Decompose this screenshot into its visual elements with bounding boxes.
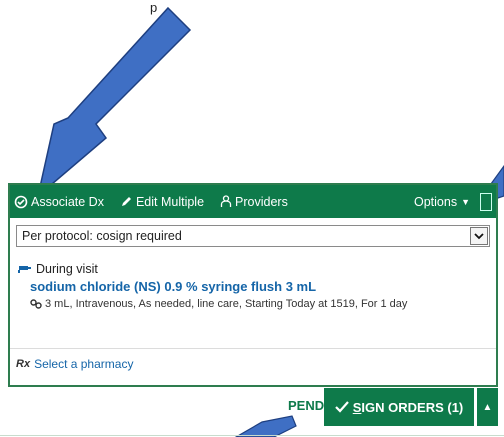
options-menu-button[interactable]: Options ▼ xyxy=(414,195,470,209)
pend-button[interactable]: PEND xyxy=(288,398,324,413)
pencil-icon xyxy=(121,197,131,206)
order-timing-label: During visit xyxy=(36,262,98,276)
order-details-text: 3 mL, Intravenous, As needed, line care,… xyxy=(45,298,408,310)
sign-orders-button[interactable]: S IGN ORDERS (1) xyxy=(324,388,474,426)
medication-name[interactable]: sodium chloride (NS) 0.9 % syringe flush… xyxy=(30,279,488,294)
sign-orders-label: IGN ORDERS (1) xyxy=(361,399,464,415)
order-details: 3 mL, Intravenous, As needed, line care,… xyxy=(30,297,488,312)
chain-link-icon xyxy=(30,299,42,309)
rx-icon: Rx xyxy=(16,358,31,370)
edit-multiple-label: Edit Multiple xyxy=(135,194,205,209)
footer-divider xyxy=(0,435,504,436)
options-label: Options xyxy=(413,194,458,209)
providers-label: Providers xyxy=(235,194,288,209)
person-icon xyxy=(220,195,232,207)
select-pharmacy-label: Select a pharmacy xyxy=(34,357,134,371)
edit-multiple-button[interactable]: Edit Multiple xyxy=(120,195,204,209)
associate-dx-icon xyxy=(14,195,28,208)
checkmark-icon xyxy=(334,401,349,413)
order-timing: During visit xyxy=(18,262,488,276)
order-entry[interactable]: During visit sodium chloride (NS) 0.9 % … xyxy=(18,262,488,312)
associate-dx-button[interactable]: Associate Dx xyxy=(14,195,104,209)
sign-orders-label-accesskey: S xyxy=(352,399,362,415)
cosign-select[interactable]: Per protocol: cosign required xyxy=(16,225,490,247)
caret-up-icon[interactable]: ▲ xyxy=(476,388,498,426)
associate-dx-label: Associate Dx xyxy=(31,194,104,209)
providers-button[interactable]: Providers xyxy=(220,195,288,209)
caret-down-icon: ▼ xyxy=(461,196,470,207)
order-toolbar: Associate Dx Edit Multiple Providers Opt… xyxy=(10,185,496,218)
order-panel: Associate Dx Edit Multiple Providers Opt… xyxy=(8,183,498,387)
panel-divider xyxy=(10,348,496,349)
syringe-icon xyxy=(18,266,31,273)
cosign-select-value: Per protocol: cosign required xyxy=(22,229,182,243)
chevron-down-icon[interactable] xyxy=(470,227,488,245)
panel-toggle-box[interactable] xyxy=(480,192,492,211)
select-pharmacy-link[interactable]: Rx Select a pharmacy xyxy=(16,357,133,371)
